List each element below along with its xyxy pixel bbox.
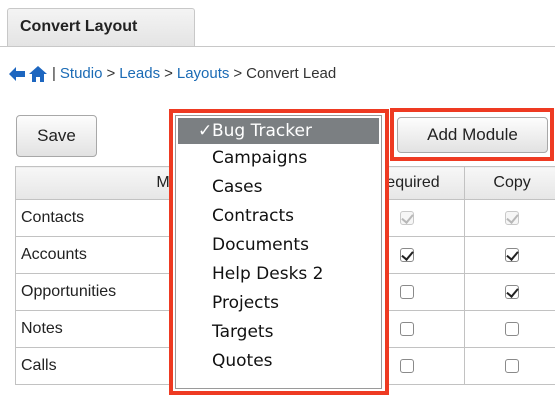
required-checkbox[interactable]: [400, 321, 415, 336]
copy-checkbox[interactable]: [505, 321, 520, 336]
required-checkbox[interactable]: [400, 358, 415, 373]
breadcrumb-separator: |: [52, 65, 56, 82]
dropdown-option[interactable]: Documents: [176, 231, 381, 260]
required-checkbox[interactable]: [400, 284, 415, 299]
dropdown-option-label: Quotes: [212, 351, 273, 371]
dropdown-option[interactable]: Contracts: [176, 202, 381, 231]
breadcrumb: | Studio > Leads > Layouts > Convert Lead: [8, 62, 336, 86]
required-checkbox[interactable]: [400, 247, 415, 262]
add-module-button[interactable]: Add Module: [397, 117, 548, 153]
copy-checkbox[interactable]: [505, 358, 520, 373]
dropdown-option[interactable]: Targets: [176, 318, 381, 347]
dropdown-option-label: Bug Tracker: [212, 121, 312, 141]
dropdown-option-label: Cases: [212, 177, 263, 197]
breadcrumb-trail: Studio > Leads > Layouts > Convert Lead: [60, 62, 336, 86]
dropdown-option-label: Help Desks 2: [212, 264, 324, 284]
save-button[interactable]: Save: [16, 115, 97, 157]
dropdown-option[interactable]: Projects: [176, 289, 381, 318]
tab-strip: Convert Layout: [0, 0, 555, 47]
copy-cell: [464, 347, 555, 385]
back-arrow-icon[interactable]: [8, 66, 26, 82]
dropdown-option[interactable]: Quotes: [176, 347, 381, 376]
column-header-copy: Copy: [464, 166, 555, 200]
copy-cell: [464, 310, 555, 348]
copy-cell: [464, 273, 555, 311]
breadcrumb-item-layouts[interactable]: Layouts: [177, 65, 230, 82]
breadcrumb-item-studio[interactable]: Studio: [60, 65, 103, 82]
dropdown-option-label: Contracts: [212, 206, 294, 226]
check-icon: ✓: [198, 121, 213, 141]
dropdown-option-label: Projects: [212, 293, 280, 313]
dropdown-option-label: Campaigns: [212, 148, 308, 168]
tab-convert-layout[interactable]: Convert Layout: [7, 8, 195, 46]
dropdown-option[interactable]: ✓ Bug Tracker: [178, 118, 379, 144]
required-checkbox: [400, 210, 415, 225]
copy-checkbox[interactable]: [505, 284, 520, 299]
module-dropdown-list[interactable]: ✓ Bug Tracker Campaigns Cases Contracts Docum…: [175, 115, 382, 389]
dropdown-option[interactable]: Help Desks 2: [176, 260, 381, 289]
breadcrumb-chevron: >: [233, 65, 243, 82]
dropdown-option-label: Documents: [212, 235, 309, 255]
breadcrumb-item-convert-lead: Convert Lead: [246, 65, 337, 82]
dropdown-option[interactable]: Campaigns: [176, 144, 381, 173]
home-icon[interactable]: [28, 65, 48, 83]
dropdown-option-label: Targets: [212, 322, 274, 342]
copy-cell: [464, 236, 555, 274]
breadcrumb-chevron: >: [164, 65, 173, 82]
copy-cell: [464, 199, 555, 237]
breadcrumb-chevron: >: [106, 65, 116, 82]
dropdown-option[interactable]: Cases: [176, 173, 381, 202]
copy-checkbox[interactable]: [505, 247, 520, 262]
copy-checkbox: [505, 210, 520, 225]
breadcrumb-item-leads[interactable]: Leads: [119, 65, 160, 82]
